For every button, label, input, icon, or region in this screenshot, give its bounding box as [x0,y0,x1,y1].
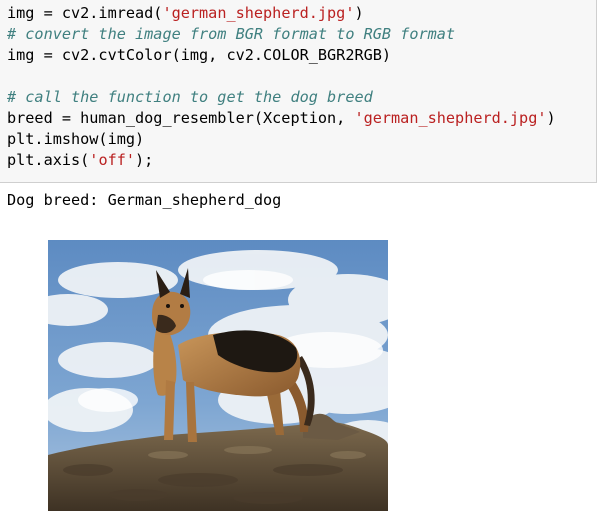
code-text: breed = human_dog_resembler(Xception, [7,109,355,127]
code-text: img = cv2.imread( [7,4,163,22]
code-line: # call the function to get the dog breed [7,87,596,108]
output-stream-text: Dog breed: German_shepherd_dog [7,191,282,209]
code-comment: # convert the image from BGR format to R… [7,25,456,43]
code-text: ); [135,151,154,169]
code-string: 'off' [89,151,136,169]
output-area: Dog breed: German_shepherd_dog [0,184,597,532]
code-text: img = cv2.cvtColor(img, cv2.COLOR_BGR2RG… [7,46,392,64]
code-line: img = cv2.cvtColor(img, cv2.COLOR_BGR2RG… [7,45,596,66]
dog-image-output [48,240,388,511]
code-string: 'german_shepherd.jpg' [162,4,355,22]
code-comment: # call the function to get the dog breed [7,88,373,106]
code-text: plt.axis( [7,151,90,169]
code-line: plt.axis('off'); [7,150,596,171]
code-line: breed = human_dog_resembler(Xception, 'g… [7,108,596,129]
code-text: ) [546,109,556,127]
code-text: ) [354,4,364,22]
code-string: 'german_shepherd.jpg' [354,109,547,127]
code-input-area[interactable]: img = cv2.imread('german_shepherd.jpg') #… [7,3,596,171]
code-line: # convert the image from BGR format to R… [7,24,596,45]
code-text: plt.imshow(img) [7,130,145,148]
code-line: img = cv2.imread('german_shepherd.jpg') [7,3,596,24]
code-line: plt.imshow(img) [7,129,596,150]
code-cell[interactable]: img = cv2.imread('german_shepherd.jpg') #… [0,0,597,183]
